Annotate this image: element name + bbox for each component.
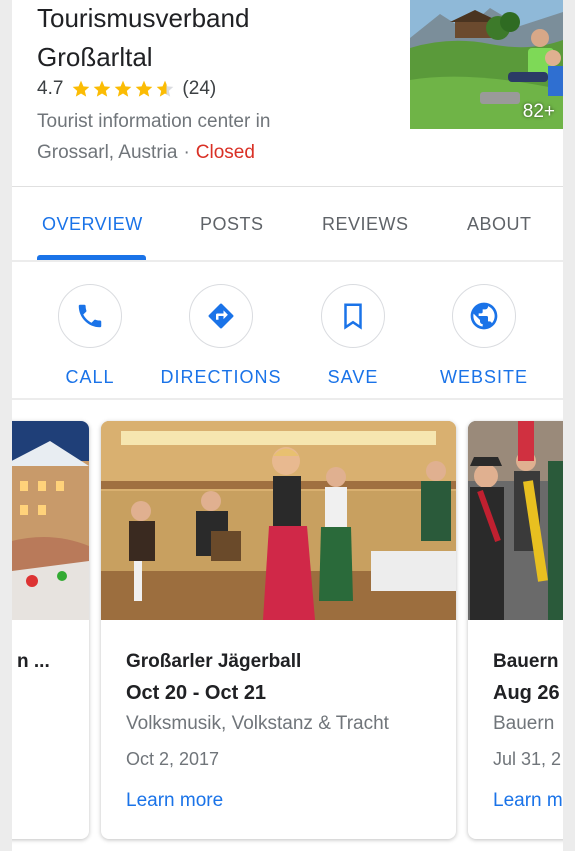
place-name-line1: Tourismusverband: [37, 3, 250, 33]
event-card[interactable]: Bauern Aug 26 Bauern Jul 31, 2 Learn m: [468, 421, 563, 839]
rating-value: 4.7: [37, 78, 64, 99]
website-label: WEBSITE: [439, 367, 528, 387]
learn-more-link[interactable]: Learn more: [126, 790, 446, 812]
event-image: [12, 421, 89, 620]
event-title: Großarler Jägerball: [126, 651, 302, 672]
event-body: n ...: [17, 651, 79, 673]
tab-reviews[interactable]: REVIEWS: [322, 214, 409, 235]
save-circle: [321, 284, 385, 348]
event-title: Bauern: [493, 651, 559, 672]
review-count: (24): [182, 78, 217, 99]
learn-more-link[interactable]: Learn m: [493, 790, 563, 812]
star-half-icon: [157, 80, 174, 97]
event-card[interactable]: n ...: [12, 421, 89, 839]
event-dates: Oct 20 - Oct 21: [126, 682, 267, 704]
star-icon: [136, 80, 153, 97]
event-title: n ...: [17, 651, 50, 672]
separator-dot: ·: [183, 142, 190, 163]
event-posted-date: Jul 31, 2: [493, 749, 562, 769]
event-body: Bauern Aug 26 Bauern Jul 31, 2 Learn m: [493, 651, 563, 812]
event-description: Volksmusik, Volkstanz & Tracht: [126, 713, 389, 734]
save-label: SAVE: [327, 367, 379, 387]
tab-overview[interactable]: OVERVIEW: [42, 214, 143, 235]
event-body: Großarler Jägerball Oct 20 - Oct 21 Volk…: [126, 651, 446, 812]
directions-circle: [189, 284, 253, 348]
tab-about[interactable]: ABOUT: [467, 214, 532, 235]
phone-icon: [78, 304, 102, 328]
action-bar: CALL DIRECTIONS SAVE WEBSITE: [12, 262, 563, 398]
place-location: Grossarl, Austria: [37, 142, 178, 163]
event-description: Bauern: [493, 713, 555, 734]
tab-posts[interactable]: POSTS: [200, 214, 264, 235]
event-image: [468, 421, 563, 620]
tab-bar: OVERVIEW POSTS REVIEWS ABOUT: [12, 186, 563, 260]
place-photo[interactable]: 82+: [410, 0, 563, 129]
place-header: Tourismusverband Großarltal 4.7 (24) Tou…: [12, 0, 563, 186]
rating-row[interactable]: 4.7 (24): [37, 78, 216, 100]
active-tab-indicator: [37, 255, 146, 260]
globe-icon: [470, 302, 498, 330]
events-carousel[interactable]: n ... Großarler Jägerball Oct 20 - Oct 2…: [12, 400, 563, 851]
star-icon: [115, 80, 132, 97]
place-category: Tourist information center in: [37, 111, 271, 132]
call-circle: [58, 284, 122, 348]
save-button[interactable]: SAVE: [283, 284, 423, 388]
star-icon: [73, 80, 90, 97]
event-posted-date: Oct 2, 2017: [126, 749, 220, 769]
event-card[interactable]: Großarler Jägerball Oct 20 - Oct 21 Volk…: [101, 421, 456, 839]
bookmark-icon: [344, 303, 362, 330]
website-button[interactable]: WEBSITE: [414, 284, 554, 388]
website-circle: [452, 284, 516, 348]
call-button[interactable]: CALL: [20, 284, 160, 388]
place-name-line2: Großarltal: [37, 42, 153, 72]
call-label: CALL: [65, 367, 115, 387]
rating-stars: [71, 79, 176, 99]
event-image: [101, 421, 456, 620]
place-location-row: Grossarl, Austria · Closed: [37, 142, 255, 164]
directions-button[interactable]: DIRECTIONS: [151, 284, 291, 388]
photo-count: 82+: [522, 101, 555, 122]
star-icon: [94, 80, 111, 97]
status-badge: Closed: [195, 142, 255, 163]
event-dates: Aug 26: [493, 682, 560, 704]
directions-label: DIRECTIONS: [160, 367, 282, 387]
directions-icon: [208, 303, 234, 329]
